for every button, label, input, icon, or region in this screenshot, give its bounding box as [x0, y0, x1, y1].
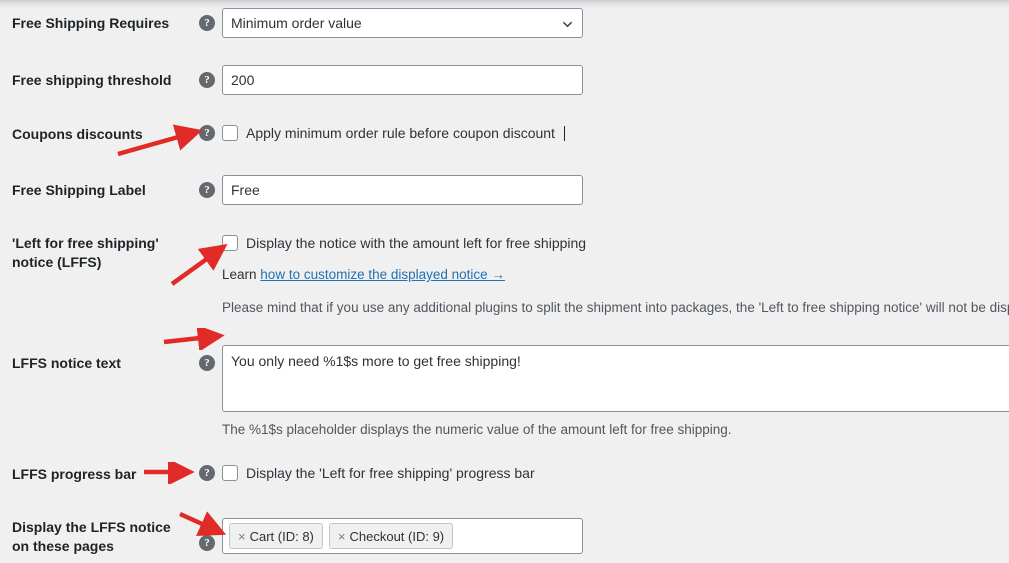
help-icon[interactable]: ?	[199, 465, 215, 481]
remove-token-icon[interactable]: ×	[338, 529, 346, 544]
label-lffs-pages: Display the LFFS notice on these pages	[12, 519, 171, 554]
lffs-progress-bar-checkbox[interactable]	[222, 465, 238, 481]
field-free-shipping-threshold	[222, 65, 583, 95]
lffs-progress-bar-checkbox-label: Display the 'Left for free shipping' pro…	[246, 465, 535, 481]
field-free-shipping-label	[222, 175, 583, 205]
label-lffs-notice-text: LFFS notice text	[12, 355, 121, 371]
field-lffs-notice: Display the notice with the amount left …	[222, 234, 1009, 315]
label-free-shipping-requires: Free Shipping Requires	[12, 15, 170, 31]
field-lffs-progress-bar: Display the 'Left for free shipping' pro…	[222, 464, 535, 482]
coupons-discounts-checkbox-label: Apply minimum order rule before coupon d…	[246, 125, 555, 141]
label-lffs-notice: 'Left for free shipping' notice (LFFS)	[12, 235, 159, 270]
label-free-shipping-label: Free Shipping Label	[12, 182, 146, 198]
learn-prefix: Learn	[222, 267, 257, 282]
coupons-discounts-checkbox[interactable]	[222, 125, 238, 141]
lffs-notice-description: Please mind that if you use any addition…	[222, 300, 1009, 315]
label-lffs-progress-bar: LFFS progress bar	[12, 466, 137, 482]
field-lffs-pages: × Cart (ID: 8) × Checkout (ID: 9)	[222, 518, 583, 554]
field-free-shipping-requires: Minimum order value	[222, 8, 583, 38]
field-coupons-discounts: Apply minimum order rule before coupon d…	[222, 124, 565, 142]
help-icon[interactable]: ?	[199, 182, 215, 198]
help-icon[interactable]: ?	[199, 535, 215, 551]
lffs-notice-text-description: The %1$s placeholder displays the numeri…	[222, 422, 732, 437]
text-caret	[563, 125, 565, 141]
label-free-shipping-threshold: Free shipping threshold	[12, 72, 172, 88]
field-lffs-notice-text: The %1$s placeholder displays the numeri…	[222, 345, 1009, 437]
panel-top-edge	[0, 0, 1009, 8]
free-shipping-requires-select[interactable]: Minimum order value	[222, 8, 583, 38]
lffs-notice-text-textarea[interactable]	[222, 345, 1009, 412]
help-icon[interactable]: ?	[199, 72, 215, 88]
token-label: Checkout (ID: 9)	[349, 528, 445, 544]
lffs-pages-token-input[interactable]: × Cart (ID: 8) × Checkout (ID: 9)	[222, 518, 583, 554]
help-icon[interactable]: ?	[199, 15, 215, 31]
remove-token-icon[interactable]: ×	[238, 529, 246, 544]
help-icon[interactable]: ?	[199, 125, 215, 141]
lffs-notice-checkbox-label: Display the notice with the amount left …	[246, 235, 587, 251]
token-item[interactable]: × Checkout (ID: 9)	[328, 523, 454, 549]
label-coupons-discounts: Coupons discounts	[12, 126, 143, 142]
customize-notice-link[interactable]: how to customize the displayed notice →	[260, 267, 505, 282]
token-item[interactable]: × Cart (ID: 8)	[229, 523, 323, 549]
lffs-notice-checkbox[interactable]	[222, 235, 238, 251]
free-shipping-label-input[interactable]	[222, 175, 583, 205]
token-label: Cart (ID: 8)	[249, 528, 314, 544]
lffs-learn-line: Learn how to customize the displayed not…	[222, 267, 1009, 282]
free-shipping-threshold-input[interactable]	[222, 65, 583, 95]
help-icon[interactable]: ?	[199, 355, 215, 371]
